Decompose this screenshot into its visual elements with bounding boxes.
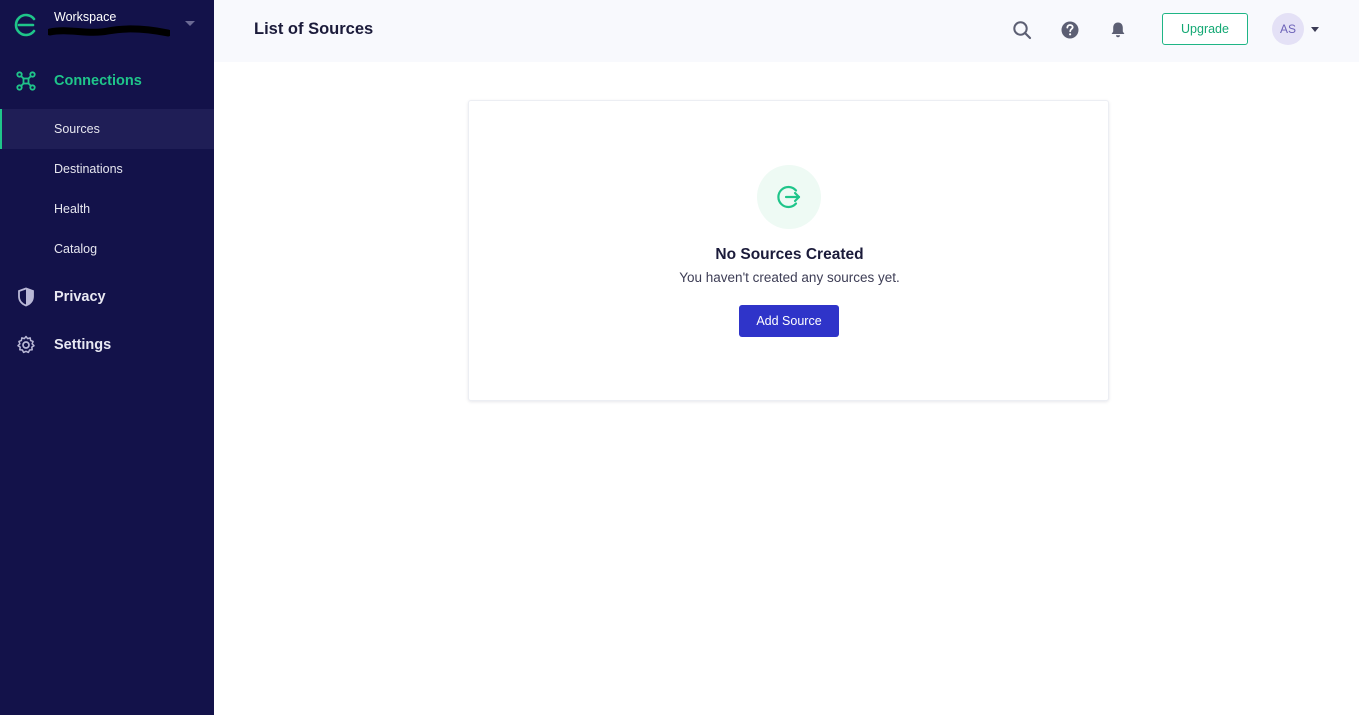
empty-state-title: No Sources Created [715,246,864,263]
workspace-logo-icon [14,13,36,37]
connections-icon [16,71,36,91]
sidebar-item-destinations[interactable]: Destinations [0,149,214,189]
nav-connections-label: Connections [54,73,142,89]
sidebar-item-label: Destinations [54,162,123,176]
sidebar-item-catalog[interactable]: Catalog [0,229,214,269]
empty-state-icon-circle [757,165,821,229]
help-icon[interactable] [1059,19,1081,41]
top-header: List of Sources Upgrade AS [214,0,1359,62]
avatar[interactable]: AS [1272,13,1304,45]
sidebar-item-sources[interactable]: Sources [0,109,214,149]
nav-settings-label: Settings [54,337,112,353]
workspace-switcher[interactable]: Workspace [0,0,214,56]
bell-icon[interactable] [1107,19,1129,41]
empty-state-description: You haven't created any sources yet. [679,270,900,285]
sidebar-item-label: Sources [54,122,100,136]
sidebar-item-label: Health [54,202,91,216]
sidebar: Workspace Connections Sources Destinatio… [0,0,214,715]
settings-gear-icon [17,335,35,354]
sidebar-item-label: Catalog [54,242,98,256]
sidebar-item-health[interactable]: Health [0,189,214,229]
workspace-name-redacted [48,25,170,37]
chevron-down-icon[interactable] [185,21,195,26]
add-source-button[interactable]: Add Source [739,305,839,337]
nav-privacy[interactable]: Privacy [0,277,214,317]
empty-state-card: No Sources Created You haven't created a… [468,100,1109,401]
upgrade-button[interactable]: Upgrade [1162,13,1248,45]
chevron-down-icon[interactable] [1311,27,1319,32]
search-icon[interactable] [1011,19,1033,41]
workspace-label: Workspace [54,10,117,24]
nav-privacy-label: Privacy [54,289,106,305]
nav-settings[interactable]: Settings [0,325,214,365]
page-title: List of Sources [254,20,374,38]
source-exit-icon [777,185,801,209]
privacy-shield-icon [18,287,34,307]
nav-connections[interactable]: Connections [0,61,214,101]
